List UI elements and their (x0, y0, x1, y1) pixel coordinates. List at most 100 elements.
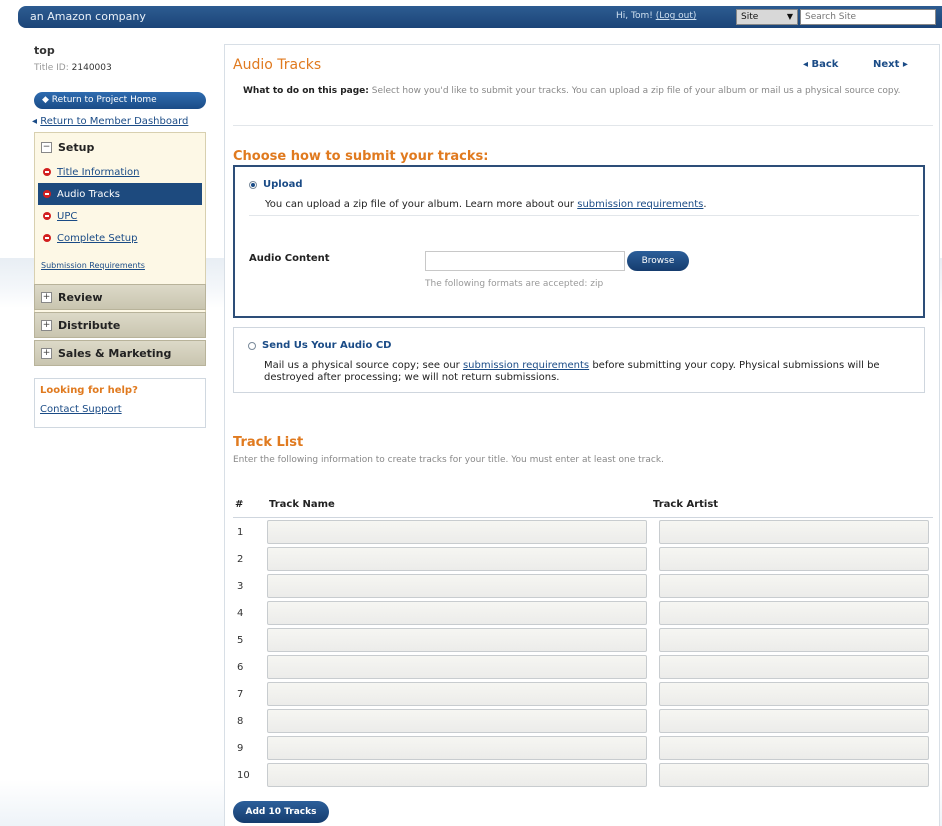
title-id-label: Title ID: (34, 63, 72, 73)
status-incomplete-icon (43, 168, 51, 176)
browse-button[interactable]: Browse (627, 251, 689, 271)
choose-heading: Choose how to submit your tracks: (233, 149, 489, 164)
upload-option-box: Upload You can upload a zip file of your… (233, 165, 925, 318)
help-title: Looking for help? (40, 385, 138, 396)
submission-requirements-link[interactable]: Submission Requirements (41, 261, 145, 270)
track-artist-input[interactable] (659, 628, 929, 652)
collapse-icon: − (41, 141, 52, 153)
upload-option[interactable]: Upload (249, 179, 302, 190)
track-number: 9 (237, 743, 244, 754)
track-artist-input[interactable] (659, 682, 929, 706)
track-number: 10 (237, 770, 250, 781)
expand-icon: + (41, 291, 52, 303)
track-artist-input[interactable] (659, 709, 929, 733)
project-name: top (34, 44, 55, 57)
sidebar: top Title ID: 2140003 ◆ Return to Projec… (32, 44, 206, 428)
status-incomplete-icon (43, 212, 51, 220)
contact-support-row: Contact Support (40, 404, 200, 415)
site-select[interactable]: Site ▼ (736, 9, 798, 25)
table-row: 5 (233, 627, 933, 653)
upload-desc-end: . (703, 199, 707, 210)
track-name-input[interactable] (267, 574, 647, 598)
track-number: 3 (237, 581, 244, 592)
sidebar-item-label: Audio Tracks (57, 188, 120, 200)
return-dashboard-link[interactable]: Return to Member Dashboard (40, 116, 188, 127)
track-artist-input[interactable] (659, 520, 929, 544)
add-tracks-button[interactable]: Add 10 Tracks (233, 801, 329, 823)
instructions-text: Select how you'd like to submit your tra… (368, 86, 901, 96)
table-row: 10 (233, 762, 933, 788)
table-row: 6 (233, 654, 933, 680)
next-link[interactable]: Next ▸ (873, 59, 908, 70)
sidebar-item-audio-tracks[interactable]: Audio Tracks (38, 183, 202, 205)
review-header: + Review (35, 285, 205, 309)
upload-requirements-link[interactable]: submission requirements (577, 199, 703, 210)
track-artist-input[interactable] (659, 574, 929, 598)
table-row: 7 (233, 681, 933, 707)
page-title: Audio Tracks (233, 57, 322, 73)
track-name-input[interactable] (267, 601, 647, 625)
setup-label: Setup (58, 140, 95, 154)
track-name-input[interactable] (267, 655, 647, 679)
sidebar-item-label[interactable]: UPC (57, 211, 77, 222)
track-name-input[interactable] (267, 628, 647, 652)
track-number: 2 (237, 554, 244, 565)
upload-description: You can upload a zip file of your album.… (265, 199, 707, 210)
table-row: 2 (233, 546, 933, 572)
title-id-value: 2140003 (71, 63, 112, 73)
column-track-name-header: Track Name (269, 499, 335, 510)
sidebar-item-label[interactable]: Title Information (57, 167, 140, 178)
track-number: 8 (237, 716, 244, 727)
search-input[interactable] (800, 9, 936, 25)
sales-marketing-header: + Sales & Marketing (35, 341, 205, 365)
sidebar-item-complete-setup[interactable]: Complete Setup (35, 227, 205, 249)
sales-marketing-label: Sales & Marketing (58, 346, 172, 360)
track-artist-input[interactable] (659, 763, 929, 787)
cd-option-box: Send Us Your Audio CD Mail us a physical… (233, 327, 925, 393)
table-row: 1 (233, 519, 933, 545)
audio-file-input[interactable] (425, 251, 625, 271)
sidebar-item-upc[interactable]: UPC (35, 205, 205, 227)
cd-requirements-link[interactable]: submission requirements (463, 360, 589, 371)
expand-icon: + (41, 347, 52, 359)
track-name-input[interactable] (267, 736, 647, 760)
main-panel: Audio Tracks ◂ Back Next ▸ What to do on… (224, 44, 940, 826)
status-incomplete-icon (43, 234, 51, 242)
submission-requirements-row: Submission Requirements (41, 261, 145, 270)
contact-support-link[interactable]: Contact Support (40, 404, 122, 415)
upload-desc-text: You can upload a zip file of your album.… (265, 199, 578, 210)
logout-link[interactable]: (Log out) (656, 11, 697, 21)
user-greeting: Hi, Tom! (Log out) (616, 11, 696, 21)
distribute-accordion[interactable]: + Distribute (34, 312, 206, 338)
track-name-input[interactable] (267, 682, 647, 706)
sales-marketing-accordion[interactable]: + Sales & Marketing (34, 340, 206, 366)
cd-description: Mail us a physical source copy; see our … (264, 360, 914, 384)
setup-header[interactable]: − Setup (35, 133, 205, 161)
track-number: 4 (237, 608, 244, 619)
track-list-description: Enter the following information to creat… (233, 455, 664, 465)
track-artist-input[interactable] (659, 655, 929, 679)
return-dashboard-row: ◂ Return to Member Dashboard (32, 116, 188, 127)
table-row: 3 (233, 573, 933, 599)
track-name-input[interactable] (267, 547, 647, 571)
track-artist-input[interactable] (659, 601, 929, 625)
divider (233, 125, 933, 126)
status-incomplete-icon (43, 190, 51, 198)
sidebar-item-title-information[interactable]: Title Information (35, 161, 205, 183)
return-home-label: Return to Project Home (51, 95, 157, 105)
sidebar-item-label[interactable]: Complete Setup (57, 233, 137, 244)
review-accordion[interactable]: + Review (34, 284, 206, 310)
table-row: 4 (233, 600, 933, 626)
cd-option[interactable]: Send Us Your Audio CD (248, 340, 391, 351)
track-artist-input[interactable] (659, 547, 929, 571)
back-link[interactable]: ◂ Back (803, 59, 838, 70)
return-project-home-button[interactable]: ◆ Return to Project Home (34, 92, 206, 109)
top-bar: an Amazon company Hi, Tom! (Log out) Sit… (18, 6, 942, 28)
cd-radio[interactable] (248, 341, 256, 350)
track-artist-input[interactable] (659, 736, 929, 760)
track-name-input[interactable] (267, 709, 647, 733)
upload-radio[interactable] (249, 180, 257, 189)
track-name-input[interactable] (267, 520, 647, 544)
track-name-input[interactable] (267, 763, 647, 787)
brand-text: an Amazon company (30, 10, 146, 23)
